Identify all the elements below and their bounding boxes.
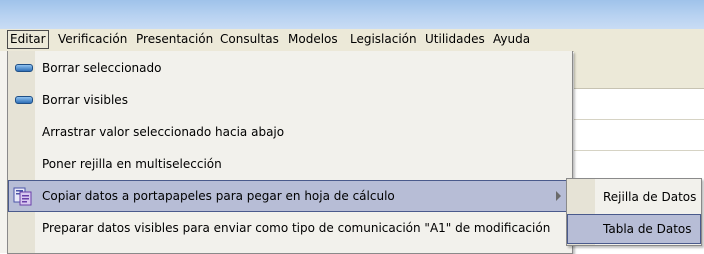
menu-verificacion[interactable]: Verificación: [58, 31, 127, 48]
menu-editar-label: Editar: [10, 32, 46, 46]
menu-item-label: Borrar seleccionado: [42, 61, 162, 75]
copy-submenu: Rejilla de Datos Tabla de Datos: [566, 178, 702, 246]
window-title-bar: [0, 0, 704, 29]
submenu-arrow-icon: [556, 191, 561, 201]
blue-pill-icon: [15, 64, 33, 72]
submenu-item-label: Rejilla de Datos: [603, 190, 697, 204]
menu-ayuda[interactable]: Ayuda: [493, 31, 530, 48]
menu-item-label: Poner rejilla en multiselección: [42, 157, 222, 171]
menu-item-preparar-datos[interactable]: Preparar datos visibles para enviar como…: [8, 212, 572, 244]
menu-item-copiar-datos[interactable]: Copiar datos a portapapeles para pegar e…: [8, 180, 572, 212]
menu-item-borrar-visibles[interactable]: Borrar visibles: [8, 84, 572, 116]
menu-consultas-label: Consultas: [220, 32, 279, 46]
background-toolbar: [574, 51, 704, 89]
menu-modelos-label: Modelos: [288, 32, 338, 46]
menu-utilidades-label: Utilidades: [425, 32, 485, 46]
menu-item-label: Preparar datos visibles para enviar como…: [42, 221, 551, 235]
menu-verificacion-label: Verificación: [58, 32, 128, 46]
menu-ayuda-label: Ayuda: [493, 32, 531, 46]
menu-legislacion[interactable]: Legislación: [350, 31, 417, 48]
menu-modelos[interactable]: Modelos: [288, 31, 338, 48]
menu-consultas[interactable]: Consultas: [220, 31, 279, 48]
menu-item-label: Copiar datos a portapapeles para pegar e…: [42, 189, 395, 203]
edit-menu-dropdown: Borrar seleccionado Borrar visibles Arra…: [7, 51, 573, 254]
submenu-item-tabla-de-datos[interactable]: Tabla de Datos: [567, 214, 701, 244]
menu-presentacion[interactable]: Presentación: [136, 31, 213, 48]
menu-editar[interactable]: Editar: [7, 30, 49, 49]
submenu-item-rejilla-de-datos[interactable]: Rejilla de Datos: [567, 182, 701, 212]
menu-item-label: Borrar visibles: [42, 93, 128, 107]
background-grid-line: [574, 119, 704, 120]
background-grid-line: [574, 150, 704, 151]
clipboard-copy-icon: [13, 187, 32, 206]
menu-utilidades[interactable]: Utilidades: [425, 31, 485, 48]
menu-item-poner-rejilla[interactable]: Poner rejilla en multiselección: [8, 148, 572, 180]
blue-pill-icon: [15, 96, 33, 104]
submenu-item-label: Tabla de Datos: [603, 222, 692, 236]
menu-item-label: Arrastrar valor seleccionado hacia abajo: [42, 125, 285, 139]
menu-legislacion-label: Legislación: [350, 32, 417, 46]
menu-bar: Editar Verificación Presentación Consult…: [0, 29, 704, 52]
menu-presentacion-label: Presentación: [136, 32, 214, 46]
menu-item-borrar-seleccionado[interactable]: Borrar seleccionado: [8, 52, 572, 84]
menu-item-arrastrar-valor[interactable]: Arrastrar valor seleccionado hacia abajo: [8, 116, 572, 148]
